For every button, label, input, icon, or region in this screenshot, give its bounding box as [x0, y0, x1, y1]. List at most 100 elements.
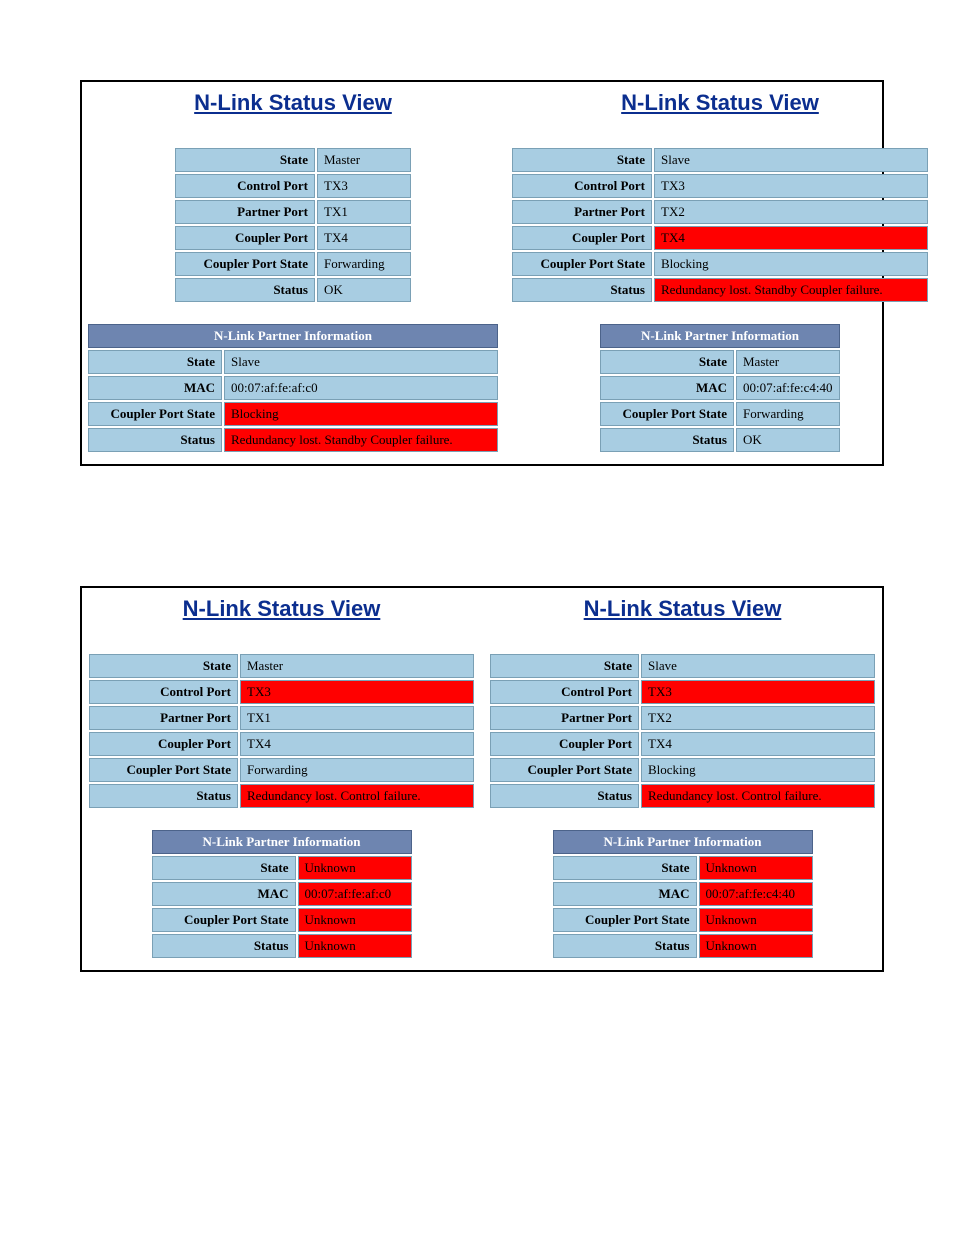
- row-label: Partner Port: [512, 200, 652, 224]
- row-label: State: [175, 148, 315, 172]
- row-value: Unknown: [699, 908, 813, 932]
- table-row: StateSlave: [490, 654, 875, 678]
- status-panel: N-Link Status View StateMasterControl Por…: [86, 592, 477, 960]
- table-row: Coupler Port StateForwarding: [89, 758, 474, 782]
- row-label: Coupler Port State: [175, 252, 315, 276]
- row-label: Control Port: [175, 174, 315, 198]
- table-row: Control PortTX3: [512, 174, 928, 198]
- table-row: Control PortTX3: [89, 680, 474, 704]
- partner-header: N-Link Partner Information: [88, 324, 498, 348]
- row-value: TX2: [641, 706, 875, 730]
- status-panel: N-Link Status ViewStateMasterControl Por…: [86, 86, 500, 454]
- row-value: Slave: [654, 148, 928, 172]
- row-value: Forwarding: [736, 402, 840, 426]
- partner-info-table: N-Link Partner InformationStateUnknownMA…: [150, 828, 414, 960]
- status-block: N-Link Status View StateMasterControl Por…: [80, 80, 884, 466]
- panel-title: N-Link Status View: [183, 596, 381, 622]
- row-label: Partner Port: [490, 706, 639, 730]
- table-row: Partner PortTX1: [89, 706, 474, 730]
- row-label: Coupler Port State: [89, 758, 238, 782]
- table-row: Coupler Port StateUnknown: [553, 908, 813, 932]
- main-status-table: StateSlaveControl PortTX3Partner PortTX2…: [488, 652, 877, 810]
- row-label: State: [600, 350, 734, 374]
- row-value: OK: [317, 278, 411, 302]
- table-row: StatusUnknown: [553, 934, 813, 958]
- row-label: MAC: [600, 376, 734, 400]
- row-value: Master: [240, 654, 474, 678]
- row-label: Status: [490, 784, 639, 808]
- row-label: MAC: [152, 882, 296, 906]
- row-value: Forwarding: [240, 758, 474, 782]
- partner-info-table: N-Link Partner InformationStateMasterMAC…: [598, 322, 842, 454]
- row-label: Partner Port: [89, 706, 238, 730]
- row-label: Coupler Port: [490, 732, 639, 756]
- main-status-table: StateMasterControl PortTX3Partner PortTX…: [173, 146, 413, 304]
- status-panel: N-Link Status ViewStateSlaveControl Port…: [510, 86, 930, 454]
- panel-title: N-Link Status View: [621, 90, 819, 116]
- table-row: StatusRedundancy lost. Control failure.: [490, 784, 875, 808]
- row-label: Coupler Port: [89, 732, 238, 756]
- row-label: Partner Port: [175, 200, 315, 224]
- partner-header: N-Link Partner Information: [600, 324, 840, 348]
- row-value: 00:07:af:fe:c4:40: [699, 882, 813, 906]
- table-row: Coupler PortTX4: [89, 732, 474, 756]
- row-label: Control Port: [490, 680, 639, 704]
- main-status-table: StateMasterControl PortTX3Partner PortTX…: [87, 652, 476, 810]
- row-label: Status: [152, 934, 296, 958]
- table-row: StateUnknown: [553, 856, 813, 880]
- row-label: Status: [89, 784, 238, 808]
- table-row: Coupler Port StateUnknown: [152, 908, 412, 932]
- row-label: MAC: [553, 882, 697, 906]
- table-row: StateSlave: [512, 148, 928, 172]
- row-label: State: [490, 654, 639, 678]
- partner-header: N-Link Partner Information: [152, 830, 412, 854]
- row-value: TX4: [641, 732, 875, 756]
- row-value: Blocking: [654, 252, 928, 276]
- row-value: Forwarding: [317, 252, 411, 276]
- partner-header: N-Link Partner Information: [553, 830, 813, 854]
- row-label: Coupler Port State: [152, 908, 296, 932]
- row-value: Redundancy lost. Standby Coupler failure…: [224, 428, 498, 452]
- partner-info-table: N-Link Partner InformationStateSlaveMAC0…: [86, 322, 500, 454]
- row-value: Slave: [641, 654, 875, 678]
- table-row: Partner PortTX2: [512, 200, 928, 224]
- row-label: Coupler Port State: [490, 758, 639, 782]
- row-label: Coupler Port State: [600, 402, 734, 426]
- row-value: OK: [736, 428, 840, 452]
- partner-info-table: N-Link Partner InformationStateUnknownMA…: [551, 828, 815, 960]
- row-label: Control Port: [89, 680, 238, 704]
- table-row: StatusOK: [600, 428, 840, 452]
- row-label: Coupler Port: [175, 226, 315, 250]
- row-value: Unknown: [298, 934, 412, 958]
- panel-title: N-Link Status View: [584, 596, 782, 622]
- row-value: TX4: [654, 226, 928, 250]
- table-row: Coupler Port StateBlocking: [490, 758, 875, 782]
- partner-header-row: N-Link Partner Information: [88, 324, 498, 348]
- table-row: Partner PortTX1: [175, 200, 411, 224]
- row-value: TX4: [240, 732, 474, 756]
- row-label: State: [88, 350, 222, 374]
- row-label: Coupler Port State: [553, 908, 697, 932]
- main-status-table: StateSlaveControl PortTX3Partner PortTX2…: [510, 146, 930, 304]
- row-value: TX4: [317, 226, 411, 250]
- table-row: MAC00:07:af:fe:af:c0: [88, 376, 498, 400]
- table-row: MAC00:07:af:fe:c4:40: [600, 376, 840, 400]
- table-row: StatusRedundancy lost. Control failure.: [89, 784, 474, 808]
- row-value: 00:07:af:fe:c4:40: [736, 376, 840, 400]
- table-row: StatusRedundancy lost. Standby Coupler f…: [88, 428, 498, 452]
- row-value: TX3: [641, 680, 875, 704]
- row-value: TX2: [654, 200, 928, 224]
- table-row: StatusUnknown: [152, 934, 412, 958]
- row-value: Redundancy lost. Control failure.: [240, 784, 474, 808]
- row-label: Control Port: [512, 174, 652, 198]
- row-value: Unknown: [298, 856, 412, 880]
- table-row: Coupler Port StateForwarding: [600, 402, 840, 426]
- row-label: State: [512, 148, 652, 172]
- row-value: Blocking: [224, 402, 498, 426]
- table-row: MAC00:07:af:fe:af:c0: [152, 882, 412, 906]
- row-value: 00:07:af:fe:af:c0: [298, 882, 412, 906]
- row-value: Redundancy lost. Control failure.: [641, 784, 875, 808]
- table-row: Partner PortTX2: [490, 706, 875, 730]
- table-row: StateSlave: [88, 350, 498, 374]
- row-value: TX1: [317, 200, 411, 224]
